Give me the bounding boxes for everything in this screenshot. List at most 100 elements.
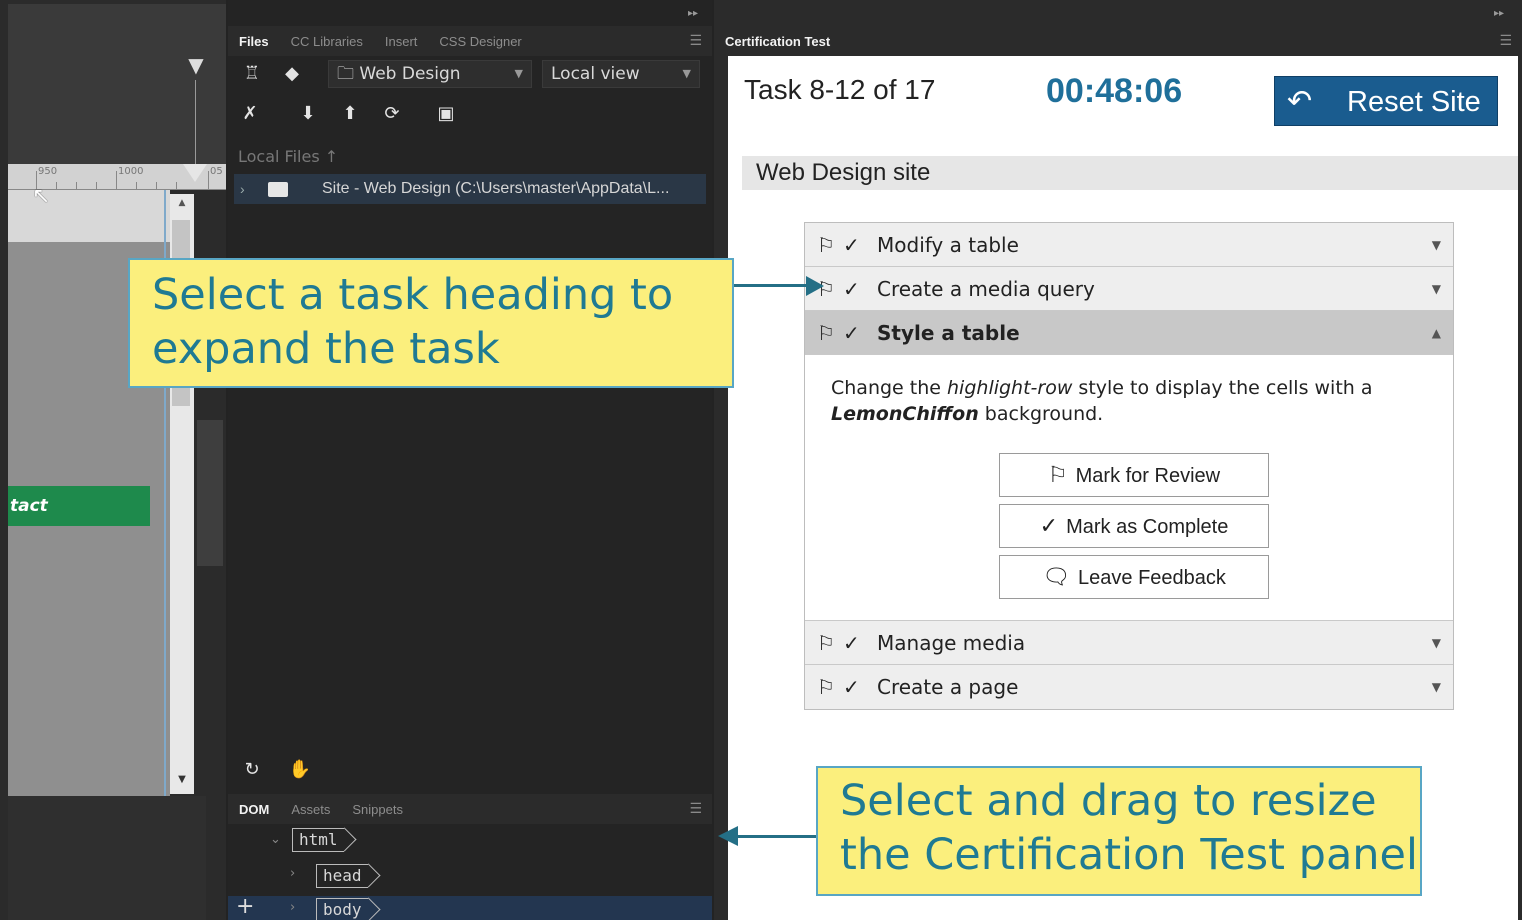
expand-icon[interactable]: ▣ — [432, 100, 460, 128]
arrow-head-icon — [718, 826, 738, 846]
collapse-panel-icon[interactable]: ▸▸ — [688, 8, 698, 19]
ruler-tick — [96, 182, 97, 189]
chevron-down-icon: ▼ — [514, 67, 523, 80]
tab-files[interactable]: Files — [228, 34, 280, 49]
mouse-hand-icon[interactable]: ✋ — [286, 756, 314, 784]
tab-dom[interactable]: DOM — [228, 802, 280, 817]
chevron-down-icon: ▼ — [1431, 636, 1441, 650]
mark-as-complete-label: Mark as Complete — [1066, 516, 1229, 538]
scroll-down-icon[interactable]: ▼ — [170, 774, 194, 790]
folder-icon: 🗀 — [337, 64, 354, 84]
site-title: Web Design site — [742, 156, 1518, 190]
files-panel-tabs: Files CC Libraries Insert CSS Designer ☰ — [228, 26, 712, 56]
flag-icon: ⚐ — [817, 321, 835, 345]
scroll-up-icon[interactable]: ▲ — [170, 198, 194, 214]
leave-feedback-button[interactable]: 🗨 Leave Feedback — [999, 555, 1269, 599]
ruler-tick — [156, 182, 157, 189]
task-list: ⚐ ✓ Modify a table ▼ ⚐ ✓ Create a media … — [804, 222, 1454, 710]
reset-site-button[interactable]: ↶ Reset Site — [1274, 76, 1498, 126]
ruler-tick — [56, 182, 57, 189]
files-toolbar: ♖ ◆ 🗀 Web Design ▼ Local view ▼ — [228, 60, 712, 98]
check-icon: ✓ — [843, 321, 860, 345]
add-icon[interactable]: + — [236, 894, 254, 919]
arrow-head-icon — [806, 276, 824, 296]
ruler-tick — [208, 171, 209, 189]
tab-certification-test[interactable]: Certification Test — [714, 34, 841, 49]
git-icon[interactable]: ◆ — [278, 60, 306, 88]
site-dropdown[interactable]: 🗀 Web Design ▼ — [328, 60, 532, 88]
sort-up-icon: ↑ — [324, 147, 339, 166]
description-text: style to display the cells with a — [1072, 377, 1373, 399]
design-toolbar-area — [8, 4, 226, 164]
check-icon: ✓ — [843, 675, 860, 699]
local-files-label: Local Files — [238, 147, 320, 166]
dom-toolbar: ↻ ✋ — [228, 756, 712, 790]
chevron-down-icon[interactable]: ⌄ — [270, 832, 281, 847]
description-style-name: highlight-row — [947, 377, 1073, 399]
nav-bar-item[interactable]: tact — [8, 486, 150, 526]
tab-cc-libraries[interactable]: CC Libraries — [280, 34, 374, 49]
chevron-down-icon: ▼ — [682, 67, 691, 80]
chevron-right-icon[interactable]: › — [240, 174, 245, 204]
refresh-icon[interactable]: ⟳ — [378, 100, 406, 128]
chevron-right-icon[interactable]: › — [290, 866, 295, 881]
connect-icon[interactable]: ✗ — [236, 100, 264, 128]
mark-for-review-label: Mark for Review — [1075, 465, 1221, 487]
local-files-header[interactable]: Local Files ↑ — [238, 147, 338, 166]
ruler-tick — [116, 171, 117, 189]
dom-row-selected[interactable]: + › — [228, 894, 712, 920]
design-view: ▼ 950 1000 05 tact ▲ ▼ ↖ — [0, 0, 226, 920]
task-count: Task 8-12 of 17 — [744, 74, 936, 105]
chevron-right-icon[interactable]: › — [290, 900, 295, 915]
files-panel: ▸▸ Files CC Libraries Insert CSS Designe… — [228, 0, 712, 920]
panel-menu-icon[interactable]: ☰ — [1499, 33, 1512, 49]
panel-splitter[interactable] — [197, 420, 223, 566]
tab-insert[interactable]: Insert — [374, 34, 429, 49]
dom-node-body[interactable]: body — [316, 898, 368, 920]
ruler-marker-icon[interactable] — [183, 164, 207, 182]
task-heading-label: Manage media — [877, 631, 1026, 655]
view-dropdown[interactable]: Local view ▼ — [542, 60, 700, 88]
flag-icon: ⚐ — [817, 631, 835, 655]
trophy-icon[interactable]: ♖ — [238, 60, 266, 88]
task-heading-expanded[interactable]: ⚐ ✓ Style a table ▲ — [805, 311, 1453, 355]
check-icon: ✓ — [843, 631, 860, 655]
chevron-down-icon: ▼ — [1431, 238, 1441, 252]
properties-area — [8, 796, 206, 920]
collapse-panel-icon[interactable]: ▸▸ — [1494, 8, 1504, 19]
ruler-tick — [176, 182, 177, 189]
put-files-icon[interactable]: ⬆ — [336, 100, 364, 128]
mouse-cursor-icon: ↖ — [32, 184, 51, 209]
callout-resize-panel: Select and drag to resize the Certificat… — [816, 766, 1422, 896]
dom-node-head[interactable]: head — [316, 864, 368, 888]
app-window: ▼ 950 1000 05 tact ▲ ▼ ↖ ▸▸ Files CC Lib… — [0, 0, 1522, 920]
site-tree-row[interactable]: › Site - Web Design (C:\Users\master\App… — [234, 174, 706, 204]
ruler-tick — [76, 182, 77, 189]
tab-assets[interactable]: Assets — [280, 802, 341, 817]
ruler-tick — [136, 182, 137, 189]
ruler-label: 950 — [38, 166, 58, 177]
filter-icon[interactable]: ▼ — [184, 54, 208, 76]
tab-snippets[interactable]: Snippets — [341, 802, 414, 817]
task-heading-label: Modify a table — [877, 233, 1019, 257]
chevron-down-icon: ▼ — [1431, 680, 1441, 694]
get-files-icon[interactable]: ⬇ — [294, 100, 322, 128]
task-heading[interactable]: ⚐ ✓ Modify a table ▼ — [805, 223, 1453, 267]
timer: 00:48:06 — [1046, 72, 1183, 110]
mark-for-review-button[interactable]: ⚐ Mark for Review — [999, 453, 1269, 497]
task-heading-label: Create a media query — [877, 277, 1095, 301]
site-dropdown-label: Web Design — [359, 64, 461, 84]
panel-menu-icon[interactable]: ☰ — [689, 33, 702, 49]
task-heading[interactable]: ⚐ ✓ Manage media ▼ — [805, 621, 1453, 665]
panel-menu-icon[interactable]: ☰ — [689, 801, 702, 817]
tab-css-designer[interactable]: CSS Designer — [428, 34, 532, 49]
dom-node-html[interactable]: html — [292, 828, 344, 852]
refresh-icon[interactable]: ↻ — [238, 756, 266, 784]
mark-as-complete-button[interactable]: ✓ Mark as Complete — [999, 504, 1269, 548]
speech-bubble-icon: 🗨 — [1042, 564, 1071, 589]
task-heading[interactable]: ⚐ ✓ Create a page ▼ — [805, 665, 1453, 709]
callout-arrow — [734, 284, 810, 287]
ruler-label: 1000 — [118, 166, 144, 177]
folder-icon — [268, 182, 288, 197]
task-heading[interactable]: ⚐ ✓ Create a media query ▼ — [805, 267, 1453, 311]
